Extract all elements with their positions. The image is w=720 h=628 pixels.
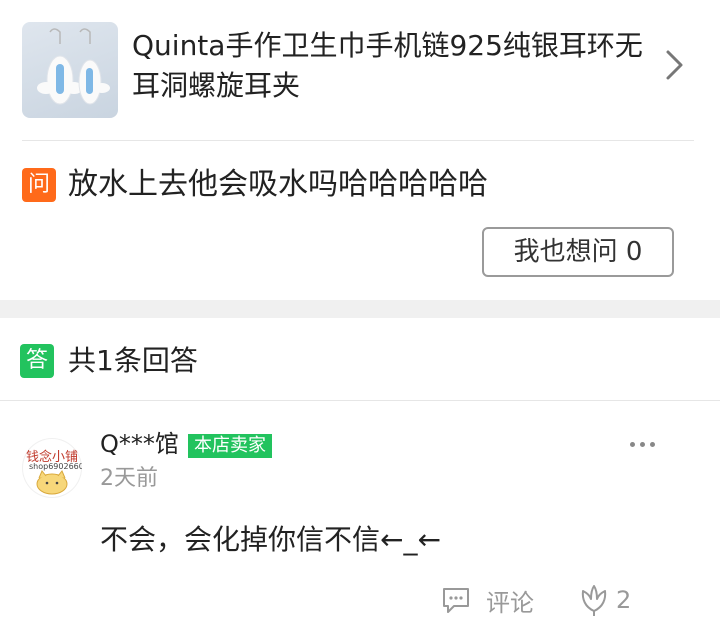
seller-badge: 本店卖家 — [188, 434, 272, 458]
chevron-right-icon[interactable] — [664, 48, 686, 82]
question-card: Quinta手作卫生巾手机链925纯银耳环无耳洞螺旋耳夹 问 放水上去他会吸水吗… — [0, 0, 720, 300]
answer-badge: 答 — [20, 344, 54, 378]
answer-count: 共1条回答 — [68, 344, 198, 377]
comment-icon — [443, 588, 469, 613]
more-options-icon[interactable] — [628, 430, 658, 456]
like-button[interactable]: 2 — [578, 582, 631, 618]
flower-like-icon — [581, 585, 607, 616]
answer-username[interactable]: Q***馆 — [100, 426, 179, 462]
question-badge: 问 — [22, 168, 56, 202]
product-link[interactable]: Quinta手作卫生巾手机链925纯银耳环无耳洞螺旋耳夹 — [0, 0, 720, 140]
divider — [22, 140, 694, 141]
comment-label: 评论 — [486, 588, 534, 617]
answers-section: 答 共1条回答 钱念小铺 shop69026603 Q***馆 本店卖家 2天前… — [0, 318, 720, 628]
answer-time: 2天前 — [100, 466, 158, 491]
product-thumbnail — [22, 22, 118, 118]
like-count: 2 — [616, 586, 632, 614]
product-title[interactable]: Quinta手作卫生巾手机链925纯银耳环无耳洞螺旋耳夹 — [132, 26, 652, 106]
comment-button[interactable]: 评论 — [440, 582, 534, 618]
avatar[interactable]: 钱念小铺 shop69026603 — [22, 438, 82, 498]
answer-text: 不会，会化掉你信不信←_← — [100, 523, 441, 556]
question-text: 放水上去他会吸水吗哈哈哈哈哈 — [68, 167, 488, 202]
ask-too-button[interactable]: 我也想问 0 — [482, 227, 674, 277]
divider — [0, 400, 720, 401]
cat-icon — [36, 470, 68, 495]
